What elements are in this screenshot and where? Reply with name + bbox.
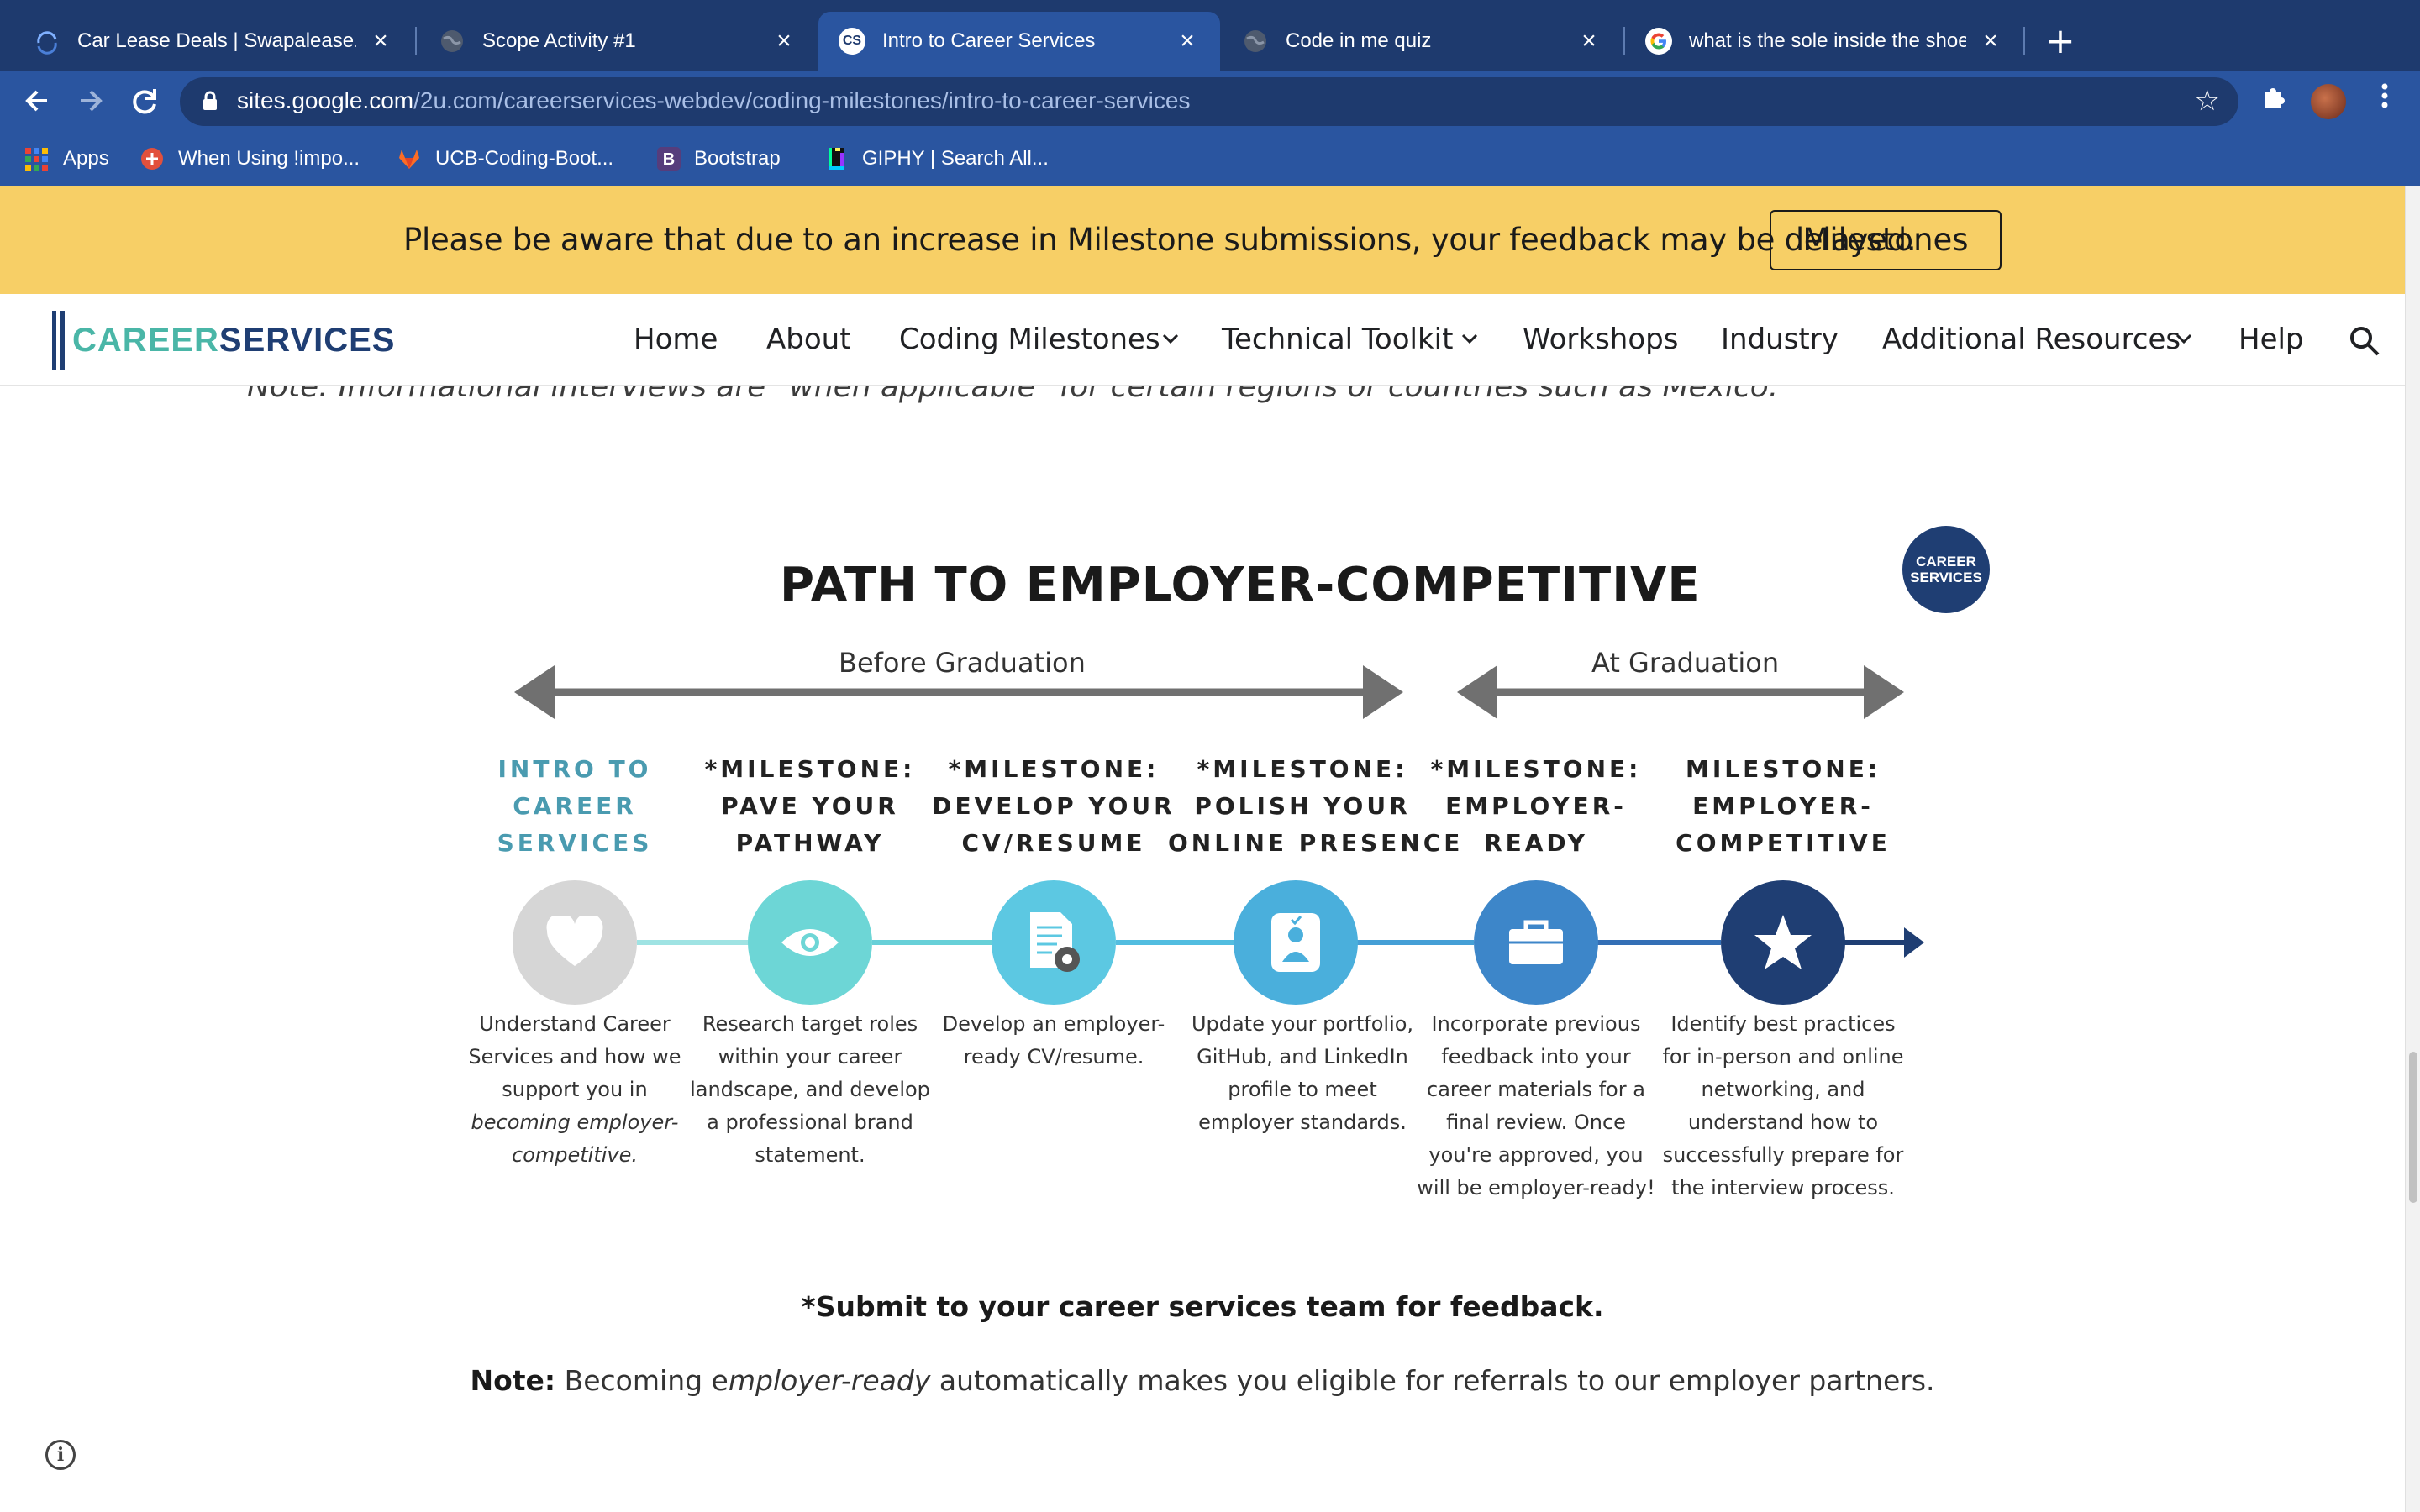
timeline-arrowhead <box>1904 927 1924 958</box>
step-description: Update your portfolio, GitHub, and Linked… <box>1191 1012 1414 1134</box>
nav-about[interactable]: About <box>766 323 851 356</box>
nav-help[interactable]: Help <box>2238 323 2304 356</box>
chevron-down-icon[interactable] <box>1457 326 1482 351</box>
nav-industry[interactable]: Industry <box>1721 323 1839 356</box>
before-graduation-arrow <box>514 665 1403 719</box>
search-icon[interactable] <box>2348 324 2381 358</box>
step-description: Identify best practices for in-person and… <box>1662 1012 1904 1200</box>
step-heading: *MILESTONE: DEVELOP YOUR CV/RESUME <box>932 755 1176 857</box>
step-description: Understand Career Services and how we supp… <box>468 1012 681 1167</box>
step-circle <box>1234 880 1358 1005</box>
step-heading: *MILESTONE: PAVE YOUR PATHWAY <box>704 755 916 857</box>
at-graduation-arrow <box>1457 665 1904 719</box>
nav-additional-resources[interactable]: Additional Resources <box>1882 323 2181 356</box>
logo-text-career: CAREER <box>72 321 219 359</box>
info-icon[interactable]: i <box>45 1440 76 1470</box>
heart-icon <box>546 916 603 966</box>
chevron-down-icon[interactable] <box>1158 326 1183 351</box>
step-circle <box>513 880 637 1005</box>
step-heading: INTRO TO CAREER SERVICES <box>497 755 653 857</box>
step-circle <box>992 880 1116 1005</box>
eye-icon <box>781 929 839 956</box>
nav-technical-toolkit[interactable]: Technical Toolkit <box>1222 323 1453 356</box>
career-services-logo[interactable]: CAREER SERVICES <box>52 311 395 370</box>
step-heading: *MILESTONE: POLISH YOUR ONLINE PRESENCE <box>1168 755 1464 857</box>
path-infographic: PATH TO EMPLOYER-COMPETITIVE CAREER SERV… <box>0 0 2420 1512</box>
page-scrollbar[interactable] <box>2405 186 2420 1512</box>
employer-ready-note: Note: Becoming employer-ready automatica… <box>470 1364 1935 1397</box>
step-description: Research target roles within your career l… <box>690 1012 930 1167</box>
step-description: Incorporate previous feedback into your ca… <box>1417 1012 1655 1200</box>
step-heading: MILESTONE: EMPLOYER- COMPETITIVE <box>1676 755 1891 857</box>
step-circle <box>1474 880 1598 1005</box>
logo-text-services: SERVICES <box>218 321 396 359</box>
document-gear-icon <box>1030 912 1080 972</box>
briefcase-icon <box>1509 920 1563 964</box>
nav-coding-milestones[interactable]: Coding Milestones <box>899 323 1160 356</box>
profile-icon <box>1271 913 1320 972</box>
scroll-thumb[interactable] <box>2409 1052 2417 1203</box>
step-heading: *MILESTONE: EMPLOYER- READY <box>1430 755 1642 857</box>
step-circle <box>1721 880 1845 1005</box>
star-icon <box>1754 915 1812 969</box>
nav-workshops[interactable]: Workshops <box>1523 323 1678 356</box>
site-header: CAREER SERVICES Home About Coding Milesto… <box>0 294 2405 386</box>
submit-note: *Submit to your career services team for… <box>801 1290 1604 1323</box>
logo-bars <box>52 311 67 370</box>
step-description: Develop an employer-ready CV/resume. <box>942 1012 1165 1068</box>
step-circle <box>748 880 872 1005</box>
chevron-down-icon[interactable] <box>2171 326 2196 351</box>
nav-home[interactable]: Home <box>634 323 718 356</box>
